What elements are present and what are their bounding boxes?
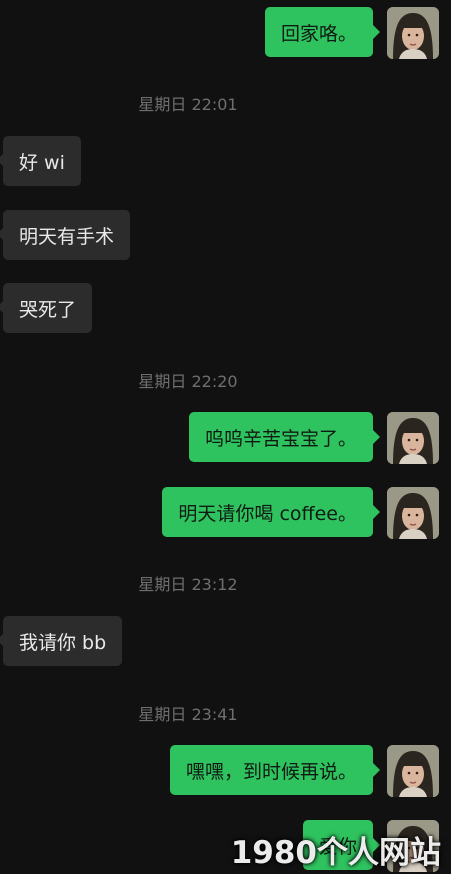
outgoing-message-bubble[interactable]: 呜呜辛苦宝宝了。 (188, 412, 381, 462)
message-text: 明天请你喝 coffee。 (178, 502, 357, 525)
avatar[interactable] (387, 487, 439, 539)
message-text: 呜呜辛苦宝宝了。 (204, 427, 357, 450)
avatar-image (387, 7, 439, 59)
timestamp: 星期日 23:41 (138, 705, 238, 724)
message-text: 哭死了 (19, 298, 77, 321)
incoming-message-bubble[interactable]: 明天有手术 (0, 210, 131, 260)
avatar-image (387, 745, 439, 797)
incoming-message-bubble[interactable]: 好 wi (0, 136, 81, 186)
avatar-image (387, 412, 439, 464)
timestamp: 星期日 22:20 (138, 372, 238, 391)
outgoing-message-bubble[interactable]: 嘿嘿，到时候再说。 (169, 745, 381, 795)
timestamp: 星期日 23:12 (138, 575, 238, 594)
site-watermark: 1980个人网站 (230, 835, 441, 871)
message-text: 明天有手术 (19, 225, 115, 248)
message-text: 回家咯。 (280, 22, 357, 45)
incoming-message-bubble[interactable]: 哭死了 (0, 283, 93, 333)
chat-area: 回家咯。 星期日 22:01 好 wi 明天有手术 哭死了 星期日 22:20 … (0, 0, 451, 874)
message-text: 嘿嘿，到时候再说。 (185, 760, 357, 783)
outgoing-message-bubble[interactable]: 明天请你喝 coffee。 (162, 487, 380, 537)
incoming-message-bubble[interactable]: 我请你 bb (0, 616, 123, 666)
message-text: 我请你 bb (19, 631, 107, 654)
avatar-image (387, 487, 439, 539)
avatar[interactable] (387, 745, 439, 797)
timestamp: 星期日 22:01 (138, 95, 238, 114)
message-text: 好 wi (19, 151, 65, 174)
avatar[interactable] (387, 412, 439, 464)
outgoing-message-bubble[interactable]: 回家咯。 (264, 7, 381, 57)
avatar[interactable] (387, 7, 439, 59)
